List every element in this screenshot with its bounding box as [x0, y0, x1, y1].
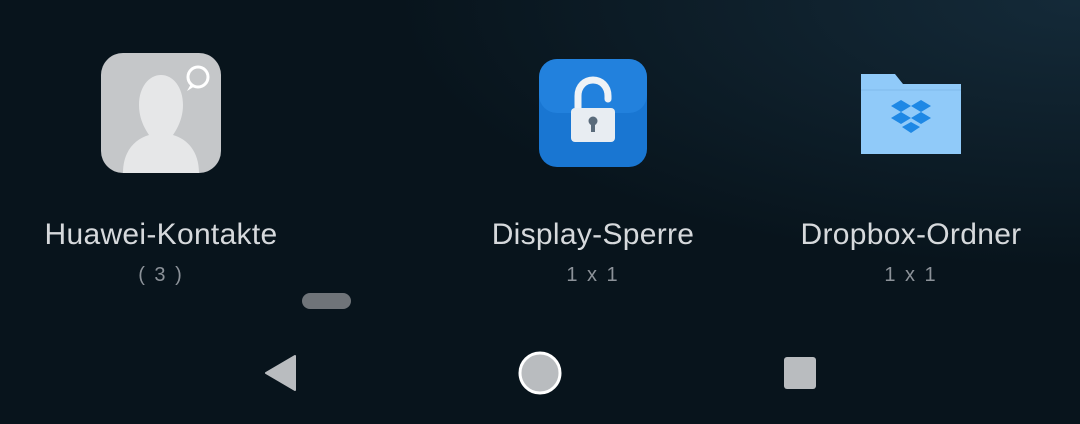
- widget-label: Display-Sperre: [491, 218, 695, 251]
- widget-huawei-contacts[interactable]: Huawei-Kontakte ( 3 ): [20, 0, 302, 300]
- home-button[interactable]: [480, 326, 600, 424]
- widget-picker-screen: Huawei-Kontakte ( 3 ) Display-Sperre 1 x…: [0, 0, 1080, 424]
- widget-size: 1 x 1: [566, 264, 620, 286]
- recents-square-icon: [783, 356, 817, 395]
- widget-size: 1 x 1: [884, 264, 938, 286]
- unlocked-padlock-icon: [538, 58, 648, 168]
- widget-label: Huawei-Kontakte: [44, 218, 278, 251]
- widget-dropbox-folder[interactable]: Dropbox-Ordner 1 x 1: [776, 0, 1046, 300]
- widget-display-lock[interactable]: Display-Sperre 1 x 1: [452, 0, 734, 300]
- back-button[interactable]: [220, 326, 340, 424]
- back-triangle-icon: [263, 354, 297, 397]
- widget-label: Dropbox-Ordner: [800, 218, 1022, 251]
- widget-count: ( 3 ): [138, 264, 184, 286]
- navigation-bar: [0, 326, 1080, 424]
- recents-button[interactable]: [740, 326, 860, 424]
- home-circle-icon: [517, 350, 563, 401]
- dropbox-folder-icon: [859, 70, 963, 156]
- scroll-handle[interactable]: [302, 293, 351, 309]
- contact-silhouette-icon: [101, 53, 221, 173]
